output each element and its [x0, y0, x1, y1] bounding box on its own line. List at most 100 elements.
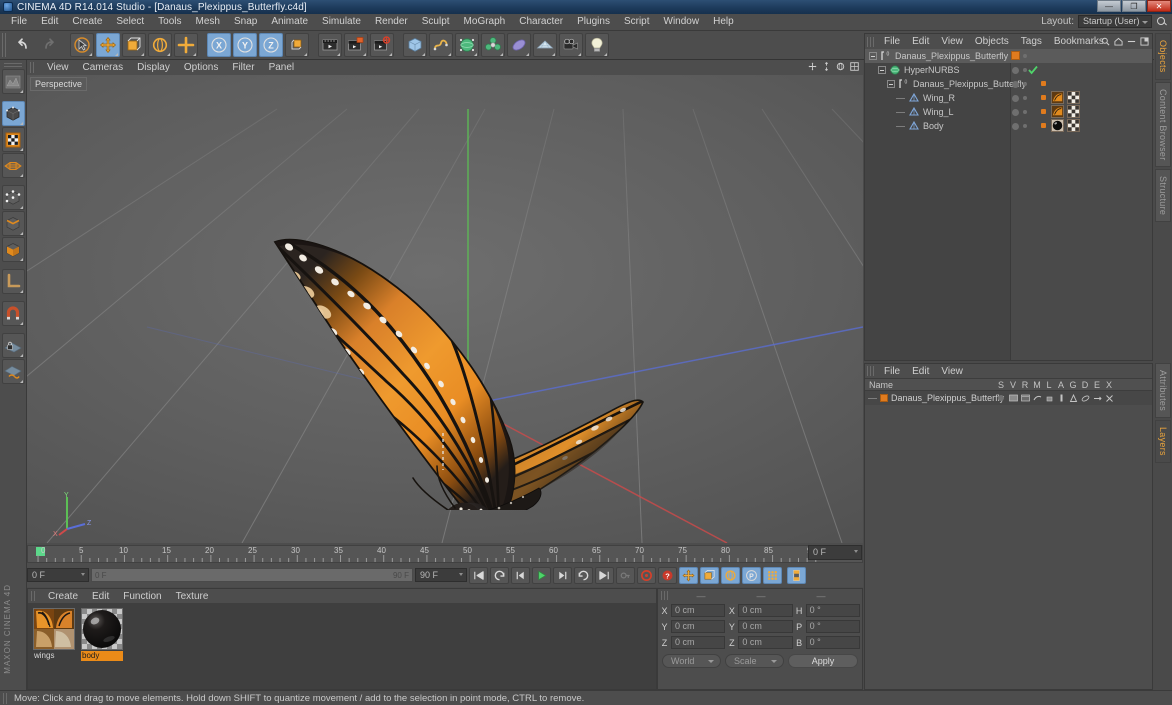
- record-position-button[interactable]: [679, 566, 698, 584]
- scale-tool-button[interactable]: [122, 33, 146, 57]
- material-preview-wings[interactable]: [33, 608, 75, 650]
- model-mode-button[interactable]: [1, 101, 25, 126]
- menu-item-file[interactable]: File: [4, 14, 34, 30]
- search-icon[interactable]: [1101, 37, 1110, 46]
- add-spline-button[interactable]: [429, 33, 453, 57]
- minimize-icon[interactable]: [1127, 37, 1136, 46]
- material-tag-body-icon[interactable]: [1051, 119, 1064, 132]
- magnet-icon[interactable]: [1, 301, 25, 326]
- size-mode-dropdown[interactable]: Scale: [725, 654, 784, 668]
- layer-render-cell[interactable]: [1019, 394, 1031, 402]
- viewport-menu-filter[interactable]: Filter: [225, 61, 261, 75]
- layer-deformer-cell[interactable]: [1079, 394, 1091, 403]
- tag-dot-icon[interactable]: [1041, 81, 1046, 86]
- tab-layers[interactable]: Layers: [1155, 420, 1171, 463]
- close-button[interactable]: ✕: [1147, 0, 1171, 12]
- goto-end-button[interactable]: [595, 566, 614, 584]
- redo-button[interactable]: [37, 33, 61, 57]
- menu-item-select[interactable]: Select: [109, 14, 151, 30]
- object-row-body[interactable]: Body: [865, 119, 1152, 133]
- world-object-axis-button[interactable]: [285, 33, 309, 57]
- menu-item-edit[interactable]: Edit: [34, 14, 65, 30]
- material-item-body[interactable]: body: [81, 608, 123, 689]
- lm-menu-edit[interactable]: Edit: [906, 366, 935, 377]
- lock-y-axis-button[interactable]: Y: [233, 33, 257, 57]
- pan-view-icon[interactable]: [808, 62, 817, 71]
- material-grip[interactable]: [31, 591, 37, 601]
- menu-item-render[interactable]: Render: [368, 14, 415, 30]
- uvw-tag-icon[interactable]: [1067, 105, 1080, 118]
- keyframe-selection-button[interactable]: [787, 566, 806, 584]
- om-menu-view[interactable]: View: [935, 36, 969, 47]
- add-deformer-button[interactable]: [507, 33, 531, 57]
- pos-x-field[interactable]: 0 cm: [671, 604, 726, 617]
- play-reverse-loop-button[interactable]: [490, 566, 509, 584]
- menu-item-plugins[interactable]: Plugins: [570, 14, 617, 30]
- menu-item-tools[interactable]: Tools: [151, 14, 188, 30]
- rot-p-field[interactable]: 0 °: [805, 620, 860, 633]
- rot-h-field[interactable]: 0 °: [805, 604, 860, 617]
- minimize-button[interactable]: —: [1097, 0, 1121, 12]
- viewport-3d[interactable]: Perspective Y Z X: [27, 75, 863, 543]
- render-region-button[interactable]: [344, 33, 368, 57]
- viewport-menu-panel[interactable]: Panel: [262, 61, 302, 75]
- layer-animation-cell[interactable]: [1055, 394, 1067, 402]
- om-menu-file[interactable]: File: [878, 36, 906, 47]
- material-menu-edit[interactable]: Edit: [85, 591, 116, 602]
- points-mode-button[interactable]: [1, 185, 25, 210]
- workplane-lock-button[interactable]: [1, 333, 25, 358]
- tab-attributes[interactable]: Attributes: [1155, 363, 1171, 419]
- apply-button[interactable]: Apply: [788, 654, 858, 668]
- material-item-wings[interactable]: wings: [33, 608, 75, 689]
- add-camera-button[interactable]: [559, 33, 583, 57]
- size-x-field[interactable]: 0 cm: [738, 604, 793, 617]
- newview-icon[interactable]: [1140, 37, 1149, 46]
- lm-menu-view[interactable]: View: [935, 366, 969, 377]
- layer-lock-cell[interactable]: [1043, 394, 1055, 402]
- lock-x-axis-button[interactable]: X: [207, 33, 231, 57]
- pos-y-field[interactable]: 0 cm: [671, 620, 726, 633]
- lock-z-axis-button[interactable]: Z: [259, 33, 283, 57]
- menu-item-animate[interactable]: Animate: [264, 14, 315, 30]
- tag-dot-icon[interactable]: [1041, 123, 1046, 128]
- tab-content-browser[interactable]: Content Browser: [1155, 81, 1171, 168]
- current-frame-field-right[interactable]: 0 F: [808, 545, 862, 560]
- size-y-field[interactable]: 0 cm: [738, 620, 793, 633]
- menu-item-script[interactable]: Script: [617, 14, 657, 30]
- render-settings-button[interactable]: [370, 33, 394, 57]
- layer-solo-cell[interactable]: [995, 395, 1007, 401]
- add-environment-button[interactable]: [533, 33, 557, 57]
- edges-mode-button[interactable]: [1, 211, 25, 236]
- uvw-tag-icon[interactable]: [1067, 91, 1080, 104]
- layer-expression-cell[interactable]: [1091, 394, 1103, 403]
- material-name-body[interactable]: body: [81, 651, 123, 661]
- pos-z-field[interactable]: 0 cm: [671, 636, 726, 649]
- visible-check-icon[interactable]: [1028, 65, 1038, 75]
- layer-generator-cell[interactable]: [1067, 393, 1079, 403]
- coordinate-system-dropdown[interactable]: World: [662, 654, 721, 668]
- keyframe-help-button[interactable]: ?: [658, 566, 677, 584]
- end-frame-field[interactable]: 90 F: [415, 568, 467, 582]
- material-menu-function[interactable]: Function: [116, 591, 168, 602]
- tab-structure[interactable]: Structure: [1155, 169, 1171, 223]
- size-z-field[interactable]: 0 cm: [738, 636, 793, 649]
- layer-manager-cell[interactable]: [1031, 394, 1043, 402]
- workplane-icon[interactable]: [1, 359, 25, 384]
- menu-item-mograph[interactable]: MoGraph: [457, 14, 513, 30]
- material-tag-wings-icon[interactable]: [1051, 105, 1064, 118]
- autokey-button[interactable]: [616, 566, 635, 584]
- layer-manager-grip[interactable]: [867, 366, 874, 376]
- toolbar-grip[interactable]: [2, 33, 7, 57]
- render-view-button[interactable]: [318, 33, 342, 57]
- add-array-button[interactable]: [481, 33, 505, 57]
- live-selection-button[interactable]: [70, 33, 94, 57]
- material-name-wings[interactable]: wings: [33, 651, 75, 661]
- layer-visible-cell[interactable]: [1007, 394, 1019, 402]
- undo-button[interactable]: [11, 33, 35, 57]
- loop-button[interactable]: [574, 566, 593, 584]
- faces-mode-button[interactable]: [1, 237, 25, 262]
- left-toolbar-grip[interactable]: [4, 62, 22, 67]
- add-nurbs-button[interactable]: [455, 33, 479, 57]
- record-scale-button[interactable]: [700, 566, 719, 584]
- tab-objects[interactable]: Objects: [1155, 33, 1171, 80]
